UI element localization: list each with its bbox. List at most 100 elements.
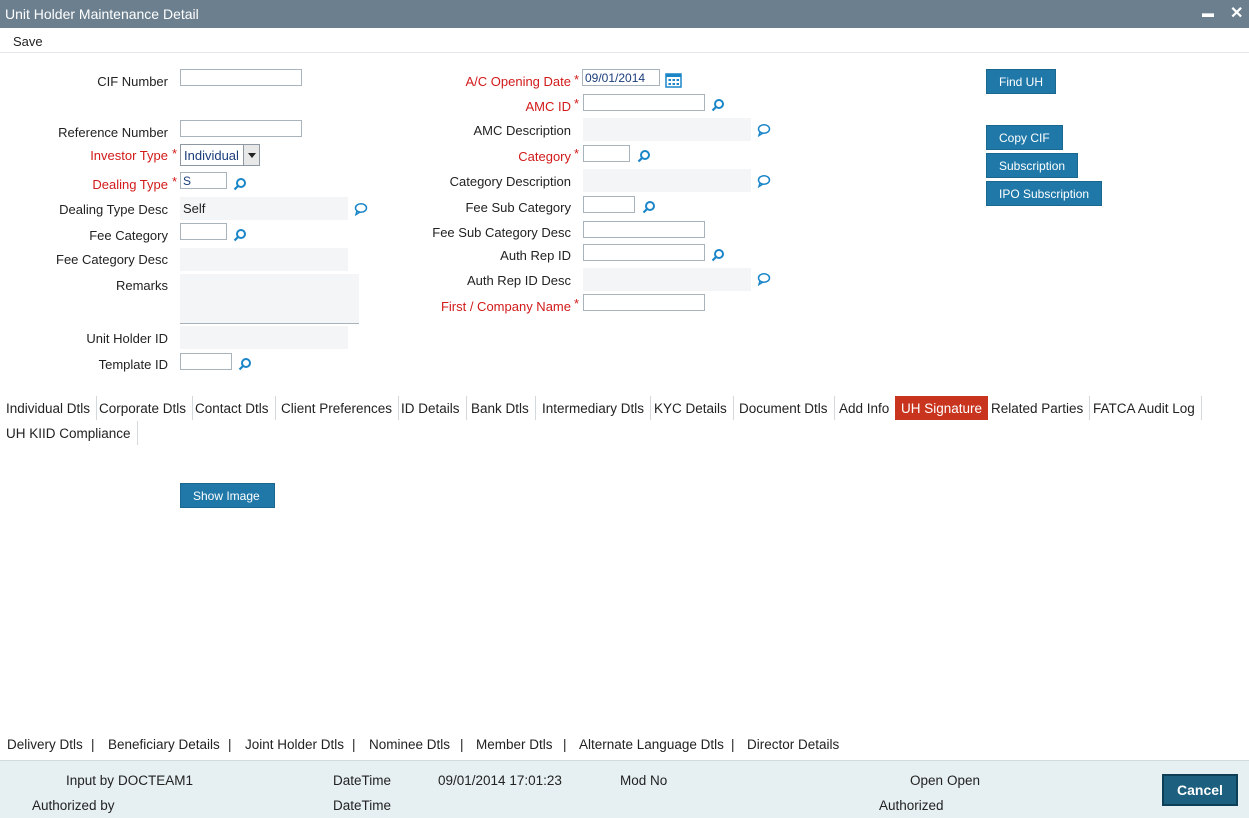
datetime-label: DateTime (333, 773, 392, 788)
audit-footer: Input by DOCTEAM1 DateTime 09/01/2014 17… (0, 760, 1249, 818)
required-marker: * (574, 296, 580, 311)
investor-type-select[interactable]: Individual (180, 144, 260, 166)
link-member-dtls[interactable]: Member Dtls (476, 737, 553, 752)
magnifier-icon[interactable] (711, 98, 725, 112)
magnifier-icon[interactable] (711, 248, 725, 262)
link-director-details[interactable]: Director Details (747, 737, 839, 752)
dealing-type-input[interactable] (180, 172, 227, 189)
mod-no-label: Mod No (620, 773, 668, 788)
speech-bubble-icon[interactable] (757, 272, 771, 286)
link-separator: | (731, 737, 735, 752)
category-label: Category (518, 149, 571, 164)
tab-kyc-details[interactable]: KYC Details (648, 396, 734, 420)
input-by-label: Input by (66, 773, 115, 788)
cif-number-label: CIF Number (97, 74, 168, 89)
unit-holder-id-label: Unit Holder ID (86, 331, 168, 346)
link-separator: | (460, 737, 464, 752)
auth-rep-id-input[interactable] (583, 244, 705, 261)
remarks-label: Remarks (115, 278, 168, 293)
close-button[interactable]: ✕ (1230, 3, 1243, 23)
remarks-textarea[interactable] (180, 274, 359, 324)
category-description-label: Category Description (449, 174, 571, 189)
link-alternate-language-dtls[interactable]: Alternate Language Dtls (579, 737, 724, 752)
magnifier-icon[interactable] (238, 357, 252, 371)
auth-rep-id-label: Auth Rep ID (500, 248, 571, 263)
dealing-type-desc-value: Self (180, 197, 348, 220)
required-marker: * (574, 72, 580, 87)
ac-opening-date-input[interactable] (582, 69, 660, 86)
auth-rep-id-desc-label: Auth Rep ID Desc (466, 273, 571, 288)
link-beneficiary-details[interactable]: Beneficiary Details (108, 737, 220, 752)
required-marker: * (574, 146, 580, 161)
required-marker: * (172, 174, 178, 189)
dealing-type-label: Dealing Type (92, 177, 168, 192)
amc-id-label: AMC ID (525, 99, 572, 114)
first-company-name-input[interactable] (583, 294, 705, 311)
fee-sub-category-input[interactable] (583, 196, 635, 213)
ac-opening-date-label: A/C Opening Date (465, 74, 571, 89)
tab-contact-dtls[interactable]: Contact Dtls (189, 396, 276, 420)
input-by-value: DOCTEAM1 (118, 773, 194, 788)
required-marker: * (172, 146, 178, 161)
fee-category-desc-value (180, 248, 348, 271)
fee-sub-category-desc-input[interactable] (583, 221, 705, 238)
tab-bank-dtls[interactable]: Bank Dtls (465, 396, 536, 420)
speech-bubble-icon[interactable] (757, 123, 771, 137)
category-input[interactable] (583, 145, 630, 162)
tab-related-parties[interactable]: Related Parties (985, 396, 1091, 420)
auth-datetime-label: DateTime (333, 798, 392, 813)
cif-number-input[interactable] (180, 69, 302, 86)
copy-cif-button[interactable]: Copy CIF (986, 125, 1063, 150)
magnifier-icon[interactable] (233, 177, 247, 191)
tab-add-info[interactable]: Add Info (833, 396, 897, 420)
authorized-by-label: Authorized by (32, 798, 115, 813)
category-description-value (583, 169, 751, 192)
link-separator: | (228, 737, 232, 752)
magnifier-icon[interactable] (233, 228, 247, 242)
link-joint-holder-dtls[interactable]: Joint Holder Dtls (245, 737, 344, 752)
save-menu-item[interactable]: Save (13, 34, 43, 49)
minimize-button[interactable]: ▬ (1202, 6, 1214, 20)
magnifier-icon[interactable] (637, 149, 651, 163)
reference-number-input[interactable] (180, 120, 302, 137)
open-label: Open (910, 773, 944, 788)
fee-sub-category-desc-label: Fee Sub Category Desc (432, 225, 571, 240)
required-marker: * (574, 96, 580, 111)
tab-fatca-audit-log[interactable]: FATCA Audit Log (1087, 396, 1202, 420)
link-nominee-dtls[interactable]: Nominee Dtls (369, 737, 450, 752)
tab-uh-kiid-compliance[interactable]: UH KIID Compliance (0, 421, 138, 445)
ipo-subscription-button[interactable]: IPO Subscription (986, 181, 1103, 206)
subscription-button[interactable]: Subscription (986, 153, 1079, 178)
first-company-name-label: First / Company Name (440, 299, 571, 314)
link-delivery-dtls[interactable]: Delivery Dtls (7, 737, 83, 752)
reference-number-label: Reference Number (58, 125, 168, 140)
dealing-type-desc-label: Dealing Type Desc (59, 202, 168, 217)
auth-rep-id-desc-value (583, 268, 751, 291)
tab-uh-signature[interactable]: UH Signature (895, 396, 989, 420)
template-id-input[interactable] (180, 353, 232, 370)
calendar-icon[interactable] (665, 72, 682, 88)
title-bar: Unit Holder Maintenance Detail ▬ ✕ (0, 0, 1249, 28)
open-value: Open (947, 773, 981, 788)
cancel-button[interactable]: Cancel (1162, 774, 1238, 806)
tab-document-dtls[interactable]: Document Dtls (733, 396, 835, 420)
find-uh-button[interactable]: Find UH (986, 69, 1057, 94)
tab-intermediary-dtls[interactable]: Intermediary Dtls (536, 396, 652, 420)
tab-individual-dtls[interactable]: Individual Dtls (0, 396, 98, 420)
show-image-button[interactable]: Show Image (180, 483, 275, 508)
tab-id-details[interactable]: ID Details (395, 396, 467, 420)
bottom-links-bar: Delivery Dtls | Beneficiary Details | Jo… (0, 728, 1249, 760)
fee-sub-category-label: Fee Sub Category (465, 200, 571, 215)
magnifier-icon[interactable] (642, 200, 656, 214)
amc-id-input[interactable] (583, 94, 705, 111)
speech-bubble-icon[interactable] (354, 202, 368, 216)
tab-client-preferences[interactable]: Client Preferences (275, 396, 400, 420)
tab-corporate-dtls[interactable]: Corporate Dtls (93, 396, 194, 420)
window-title: Unit Holder Maintenance Detail (5, 6, 199, 22)
fee-category-desc-label: Fee Category Desc (56, 252, 168, 267)
link-separator: | (563, 737, 567, 752)
speech-bubble-icon[interactable] (757, 174, 771, 188)
datetime-value: 09/01/2014 17:01:23 (438, 773, 562, 788)
fee-category-input[interactable] (180, 223, 227, 240)
chevron-down-icon[interactable] (243, 145, 259, 165)
